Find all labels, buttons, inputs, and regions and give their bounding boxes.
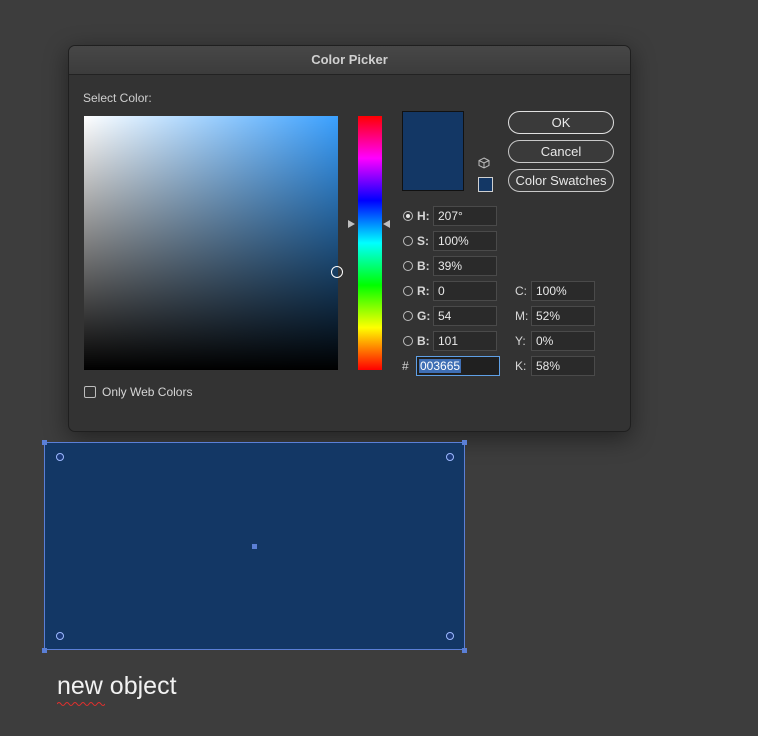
selection-handle-top-left[interactable] [42,440,47,445]
cyan-row: C: 100% [515,281,595,301]
only-web-colors-option[interactable]: Only Web Colors [84,385,192,399]
corner-widget-top-left[interactable] [56,453,64,461]
cancel-button[interactable]: Cancel [508,140,614,163]
hex-input[interactable]: 003665 [416,356,500,376]
hex-value: 003665 [419,359,462,373]
blue-row: B: 101 [403,331,497,351]
color-picker-dialog: Color Picker Select Color: OK Cancel Col… [68,45,631,432]
corner-widget-bottom-right[interactable] [446,632,454,640]
hue-slider-handle-right[interactable] [383,220,390,228]
hex-row: # 003665 [402,356,500,376]
brightness-label: B: [417,259,430,273]
spellcheck-underline [57,702,105,706]
cyan-label: C: [515,284,527,298]
color-marker[interactable] [331,266,343,278]
canvas-caption: new object [57,672,177,700]
dialog-title: Color Picker [69,46,630,75]
red-label: R: [417,284,430,298]
magenta-label: M: [515,309,529,323]
saturation-label: S: [417,234,429,248]
green-radio[interactable] [403,311,413,321]
magenta-input[interactable]: 52% [531,306,595,326]
blue-input[interactable]: 101 [433,331,497,351]
red-input[interactable]: 0 [433,281,497,301]
yellow-label: Y: [515,334,526,348]
red-row: R: 0 [403,281,497,301]
corner-widget-top-right[interactable] [446,453,454,461]
hue-row: H: 207° [403,206,497,226]
black-row: K: 58% [515,356,595,376]
corner-widget-bottom-left[interactable] [56,632,64,640]
yellow-row: Y: 0% [515,331,595,351]
saturation-radio[interactable] [403,236,413,246]
magenta-row: M: 52% [515,306,595,326]
brightness-row: B: 39% [403,256,497,276]
hue-slider-handle-left[interactable] [348,220,355,228]
hue-radio[interactable] [403,211,413,221]
hue-input[interactable]: 207° [433,206,497,226]
black-input[interactable]: 58% [531,356,595,376]
color-swatches-button[interactable]: Color Swatches [508,169,614,192]
red-radio[interactable] [403,286,413,296]
hue-label: H: [417,209,430,223]
hue-slider[interactable] [358,116,382,370]
only-web-colors-checkbox[interactable] [84,386,96,398]
blue-label: B: [417,334,430,348]
color-preview-swatch [402,111,464,191]
select-color-label: Select Color: [83,91,152,105]
ok-button[interactable]: OK [508,111,614,134]
blue-radio[interactable] [403,336,413,346]
cyan-input[interactable]: 100% [531,281,595,301]
green-row: G: 54 [403,306,497,326]
black-label: K: [515,359,527,373]
selection-handle-top-right[interactable] [462,440,467,445]
hex-label: # [402,359,409,373]
brightness-input[interactable]: 39% [433,256,497,276]
only-web-colors-label: Only Web Colors [102,385,193,399]
center-point [252,544,257,549]
green-input[interactable]: 54 [433,306,497,326]
green-label: G: [417,309,431,323]
selection-handle-bottom-left[interactable] [42,648,47,653]
saturation-brightness-field[interactable] [84,116,343,370]
selection-handle-bottom-right[interactable] [462,648,467,653]
yellow-input[interactable]: 0% [531,331,595,351]
saturation-input[interactable]: 100% [433,231,497,251]
brightness-radio[interactable] [403,261,413,271]
web-safe-color-swatch[interactable] [478,177,493,192]
web-safe-cube-icon[interactable] [478,157,490,169]
saturation-row: S: 100% [403,231,497,251]
